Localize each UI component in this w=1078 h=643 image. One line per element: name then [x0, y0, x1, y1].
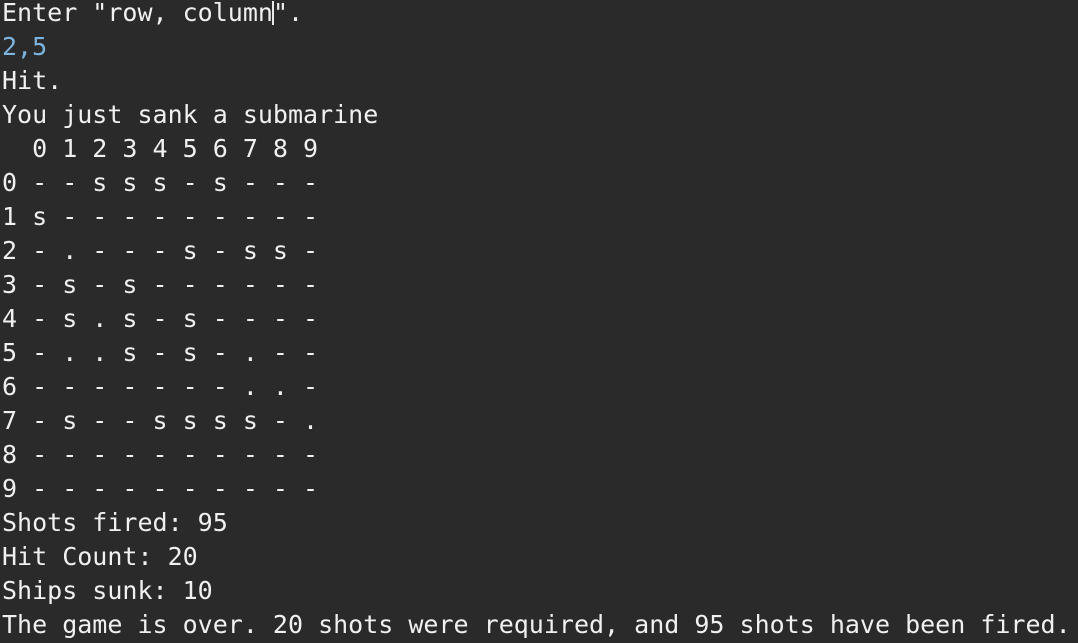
- game-over-message: The game is over. 20 shots were required…: [2, 610, 1071, 639]
- board-row: 9 - - - - - - - - - -: [2, 474, 319, 503]
- prompt-text: Enter "row, column: [2, 0, 273, 27]
- shots-fired-stat: Shots fired: 95: [2, 508, 228, 537]
- board-row: 3 - s - s - - - - - -: [2, 270, 319, 299]
- hit-count-stat: Hit Count: 20: [2, 542, 198, 571]
- board-row: 4 - s . s - s - - - -: [2, 304, 319, 333]
- terminal-console[interactable]: Enter "row, column". 2,5 Hit. You just s…: [0, 0, 1078, 643]
- board-row: 6 - - - - - - - . . -: [2, 372, 319, 401]
- board-row: 1 s - - - - - - - - -: [2, 202, 319, 231]
- ships-sunk-stat: Ships sunk: 10: [2, 576, 213, 605]
- board-row: 5 - . . s - s - . - -: [2, 338, 319, 367]
- board-row: 8 - - - - - - - - - -: [2, 440, 319, 469]
- board-row: 7 - s - - s s s s - .: [2, 406, 319, 435]
- user-input-line[interactable]: 2,5: [2, 34, 1078, 68]
- board-column-header: 0 1 2 3 4 5 6 7 8 9: [2, 134, 319, 163]
- hit-result: Hit.: [2, 66, 63, 95]
- prompt-line: Enter "row, column".: [2, 0, 1078, 34]
- board-row: 2 - . - - - s - s s -: [2, 236, 319, 265]
- prompt-text-end: ".: [272, 0, 304, 27]
- sunk-message: You just sank a submarine: [2, 100, 379, 129]
- board-row: 0 - - s s s - s - - -: [2, 168, 319, 197]
